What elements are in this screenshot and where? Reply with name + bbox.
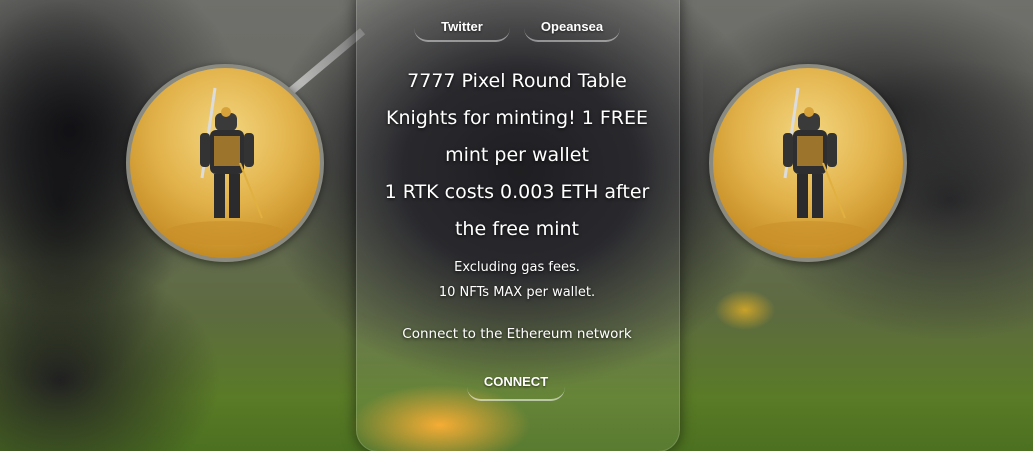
headline-line-3: mint per wallet: [445, 144, 589, 166]
knight-avatar-right: [709, 64, 907, 262]
network-note: Connect to the Ethereum network: [402, 326, 632, 342]
max-per-wallet-note: 10 NFTs MAX per wallet.: [438, 285, 596, 300]
twitter-link[interactable]: Twitter: [414, 14, 510, 42]
gas-fees-note: Excluding gas fees.: [454, 260, 580, 275]
headline-line-4: 1 RTK costs 0.003 ETH after: [384, 181, 650, 203]
knight-avatar-left: [126, 64, 324, 262]
knight-image-icon: [748, 87, 868, 245]
connect-button[interactable]: CONNECT: [467, 369, 565, 401]
headline-line-2: Knights for minting! 1 FREE: [385, 107, 649, 129]
top-nav: Twitter Opeansea: [356, 0, 678, 46]
knight-image-icon: [165, 87, 285, 245]
mint-headline: 7777 Pixel Round Table Knights for minti…: [378, 63, 656, 248]
opensea-link[interactable]: Opeansea: [524, 14, 620, 42]
headline-line-1: 7777 Pixel Round Table: [407, 70, 627, 92]
headline-line-5: the free mint: [454, 218, 579, 240]
